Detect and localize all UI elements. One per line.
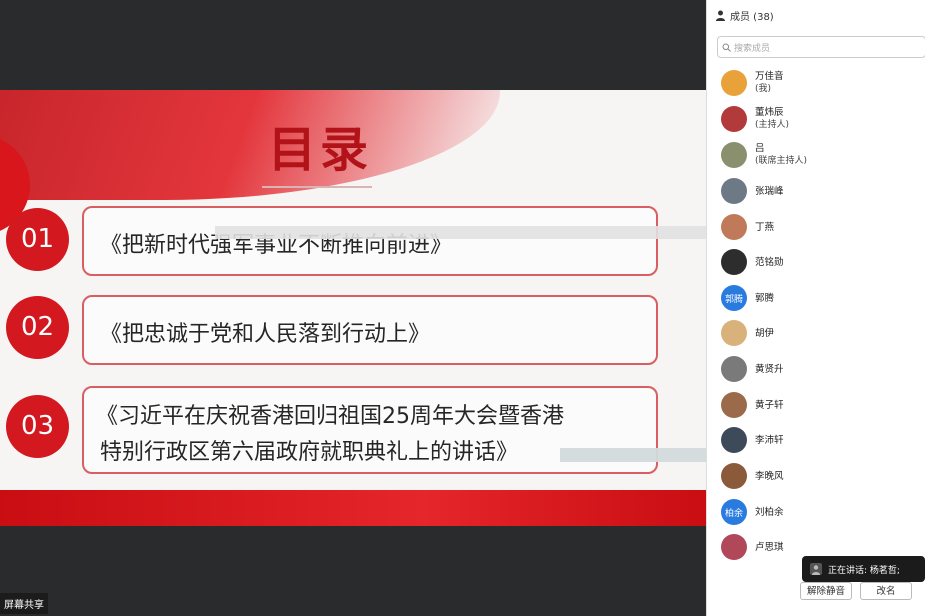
- member-role: (联席主持人): [755, 156, 808, 166]
- avatar: 郭腾: [721, 285, 747, 311]
- member-row[interactable]: 郭腾 郭腾: [721, 283, 774, 313]
- member-name: 黄贤升: [755, 363, 784, 375]
- avatar: [721, 392, 747, 418]
- item-number-1: 01: [6, 208, 69, 271]
- member-row[interactable]: 柏余 刘柏余: [721, 497, 784, 527]
- member-row[interactable]: 董炜辰 (主持人): [721, 104, 789, 134]
- member-search-input[interactable]: 搜索成员: [717, 36, 925, 58]
- avatar: [721, 427, 747, 453]
- member-name: 黄子轩: [755, 399, 784, 411]
- slide-title: 目录: [268, 122, 373, 178]
- member-name: 丁燕: [755, 221, 775, 233]
- speaking-indicator: 正在讲话: 杨茗哲;: [802, 556, 925, 582]
- member-name: 吕: [755, 143, 765, 154]
- member-role: (主持人): [755, 120, 790, 130]
- avatar: [721, 70, 747, 96]
- item-number-3: 03: [6, 395, 69, 458]
- member-name: 郭腾: [755, 292, 775, 304]
- member-name: 范铭勋: [755, 256, 784, 268]
- member-row[interactable]: 李晚风: [721, 461, 784, 491]
- member-row[interactable]: 万佳音 (我): [721, 68, 784, 98]
- member-name: 刘柏余: [755, 506, 784, 518]
- member-name: 李晚风: [755, 470, 784, 482]
- avatar: [721, 178, 747, 204]
- member-row[interactable]: 卢思琪: [721, 532, 784, 562]
- item-text-2: 《把忠诚于党和人民落到行动上》: [100, 322, 431, 347]
- search-icon: [722, 43, 731, 52]
- member-name: 万佳音: [755, 71, 784, 82]
- item-number-2: 02: [6, 296, 69, 359]
- title-divider: [262, 186, 372, 188]
- avatar: [721, 356, 747, 382]
- speaking-text: 正在讲话: 杨茗哲;: [828, 565, 900, 576]
- member-row[interactable]: 吕 (联席主持人): [721, 140, 807, 170]
- members-header: 成员 (38): [715, 8, 774, 23]
- member-row[interactable]: 黄子轩: [721, 390, 784, 420]
- slide-decoration-swoop: [0, 90, 500, 200]
- member-row[interactable]: 李沛轩: [721, 425, 784, 455]
- member-name: 董炜辰: [755, 107, 784, 118]
- members-count-label: 成员 (38): [730, 12, 774, 23]
- member-row[interactable]: 胡伊: [721, 318, 774, 348]
- item-text-3-line2: 特别行政区第六届政府就职典礼上的讲话》: [100, 440, 519, 465]
- avatar: [721, 463, 747, 489]
- screen-share-area: 目录 01 《把新时代强军事业不断推向前进》 02 《把忠诚于党和人民落到行动上…: [0, 0, 706, 616]
- member-name: 张瑞峰: [755, 185, 784, 197]
- screen-share-label: 屏幕共享: [0, 593, 48, 614]
- unmute-all-button[interactable]: 解除静音: [800, 582, 852, 600]
- member-row[interactable]: 黄贤升: [721, 354, 784, 384]
- avatar: [721, 249, 747, 275]
- member-name: 胡伊: [755, 327, 775, 339]
- search-placeholder: 搜索成员: [734, 43, 771, 54]
- rename-button[interactable]: 改名: [860, 582, 912, 600]
- members-panel: 成员 (38) 搜索成员 万佳音 (我) 董炜辰 (主持人) 吕 (联席主持人) 张瑞…: [706, 0, 925, 616]
- avatar: [721, 534, 747, 560]
- member-name: 李沛轩: [755, 434, 784, 446]
- slide-decoration-band: [0, 490, 706, 526]
- avatar: 柏余: [721, 499, 747, 525]
- member-row[interactable]: 范铭勋: [721, 247, 784, 277]
- member-role: (我): [755, 84, 772, 94]
- item-text-3-line1: 《习近平在庆祝香港回归祖国25周年大会暨香港: [96, 404, 564, 429]
- avatar: [721, 214, 747, 240]
- member-row[interactable]: 张瑞峰: [721, 176, 784, 206]
- avatar: [721, 320, 747, 346]
- avatar: [721, 106, 747, 132]
- member-row[interactable]: 丁燕: [721, 212, 774, 242]
- member-name: 卢思琪: [755, 541, 784, 553]
- speaker-avatar-icon: [810, 563, 822, 575]
- person-icon: [716, 10, 725, 21]
- avatar: [721, 142, 747, 168]
